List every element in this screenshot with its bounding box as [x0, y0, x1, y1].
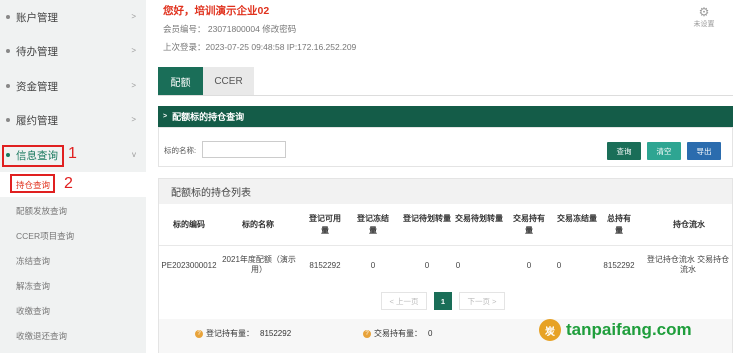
- settings-button[interactable]: ⚙ 未设置: [688, 5, 720, 29]
- sidebar-item-label: 待办管理: [16, 45, 58, 58]
- help-icon: ?: [195, 329, 203, 338]
- registered-holding-label: 登记持有量：: [206, 329, 254, 338]
- col-header-name: 标的名称: [242, 220, 274, 229]
- trade-holding-summary: ? 交易持有量： 0: [363, 328, 432, 339]
- sub-item-collection-query[interactable]: 收缴查询: [0, 298, 146, 323]
- sidebar-item-compliance[interactable]: 履约管理 >: [0, 103, 146, 137]
- sub-item-freeze-query[interactable]: 冻结查询: [0, 248, 146, 273]
- col-header-trade-pending: 交易待划转量: [455, 214, 503, 223]
- sidebar-item-todo[interactable]: 待办管理 >: [0, 34, 146, 68]
- sub-item-label: CCER项目查询: [16, 230, 75, 241]
- target-name-label: 标的名称:: [164, 146, 197, 155]
- annotation-box-2: [10, 174, 55, 193]
- chevron-right-icon: >: [131, 46, 136, 55]
- sub-item-label: 冻结查询: [16, 255, 51, 266]
- watermark: 炭 tanpaifang.com: [539, 319, 692, 341]
- chevron-right-icon: >: [131, 115, 136, 124]
- col-header-reg-frozen: 登记冻结量: [357, 214, 389, 235]
- col-header-total: 总持有量: [607, 214, 631, 235]
- sub-item-ccer-query[interactable]: CCER项目查询: [0, 223, 146, 248]
- row-divider: [159, 245, 732, 246]
- prev-page-button[interactable]: < 上一页: [381, 292, 427, 310]
- clear-button[interactable]: 清空: [647, 142, 681, 160]
- sub-item-allocation-query[interactable]: 配额发放查询: [0, 198, 146, 223]
- annotation-box-1: [2, 145, 64, 167]
- annotation-number-2: 2: [64, 175, 73, 192]
- position-list: 配额标的持仓列表 标的编码 标的名称 登记可用量 登记冻结量 登记待划转量 交易…: [158, 178, 733, 353]
- bullet-icon: [6, 118, 10, 122]
- page-1-button[interactable]: 1: [434, 292, 452, 310]
- query-panel-title: 配额标的持仓查询: [172, 112, 245, 122]
- cell-name: 2021年度配额（演示用）: [222, 255, 296, 274]
- registered-holding-value: 8152292: [260, 329, 292, 338]
- search-button[interactable]: 查询: [607, 142, 641, 160]
- list-header: 配额标的持仓列表: [159, 179, 732, 204]
- bullet-icon: [6, 15, 10, 19]
- tab-divider: [158, 95, 733, 96]
- greeting: 您好，培训演示企业02: [163, 5, 270, 17]
- sub-item-refund-query[interactable]: 收缴退还查询: [0, 323, 146, 348]
- sidebar-item-label: 资金管理: [16, 80, 58, 93]
- cell-total: 8152292: [603, 261, 635, 270]
- target-name-input[interactable]: [202, 141, 286, 158]
- chevron-right-icon: >: [163, 113, 168, 120]
- cell-reg-frozen: 0: [370, 261, 376, 270]
- sub-item-label: 解冻查询: [16, 280, 51, 291]
- watermark-logo-icon: 炭: [539, 319, 561, 341]
- col-header-code: 标的编码: [173, 220, 205, 229]
- cell-code: PE2023000012: [161, 261, 217, 270]
- registered-holding-summary: ? 登记持有量： 8152292: [195, 328, 291, 339]
- watermark-text: tanpaifang.com: [566, 320, 692, 339]
- member-info: 会员编号： 23071800004 修改密码: [163, 24, 297, 34]
- bullet-icon: [6, 49, 10, 53]
- col-header-trade-frozen: 交易冻结量: [557, 214, 597, 223]
- sub-item-label: 收缴查询: [16, 305, 51, 316]
- next-page-button[interactable]: 下一页 >: [459, 292, 505, 310]
- sidebar-item-label: 账户管理: [16, 11, 58, 24]
- sidebar-item-label: 履约管理: [16, 114, 58, 127]
- annotation-number-1: 1: [68, 145, 77, 162]
- sub-item-label: 配额发放查询: [16, 205, 68, 216]
- sidebar-item-funds[interactable]: 资金管理 >: [0, 69, 146, 103]
- cell-flow-links[interactable]: 登记持仓流水 交易持仓流水: [643, 255, 733, 275]
- sub-item-label: 收缴退还查询: [16, 330, 68, 341]
- sub-item-unfreeze-query[interactable]: 解冻查询: [0, 273, 146, 298]
- tab-quota[interactable]: 配额: [158, 67, 203, 95]
- trade-holding-value: 0: [428, 329, 433, 338]
- gear-icon: ⚙: [698, 5, 710, 19]
- tab-bar: 配额 CCER: [158, 67, 254, 95]
- col-header-reg-pending: 登记待划转量: [403, 214, 451, 223]
- main-content: 您好，培训演示企业02 会员编号： 23071800004 修改密码 上次登录：…: [158, 0, 733, 353]
- query-form: 标的名称: 查询 清空 导出: [158, 127, 733, 167]
- help-icon: ?: [363, 329, 371, 338]
- list-title: 配额标的持仓列表: [171, 188, 251, 199]
- chevron-right-icon: >: [131, 12, 136, 21]
- col-header-flow: 持仓流水: [673, 220, 705, 229]
- bullet-icon: [6, 84, 10, 88]
- cell-trade-frozen: 0: [556, 261, 562, 270]
- export-button[interactable]: 导出: [687, 142, 721, 160]
- last-login-info: 上次登录：2023-07-25 09:48:58 IP:172.16.252.2…: [163, 42, 357, 52]
- trade-holding-label: 交易持有量：: [374, 329, 422, 338]
- cell-reg-available: 8152292: [309, 261, 341, 270]
- sidebar-item-account[interactable]: 账户管理 >: [0, 0, 146, 34]
- settings-label: 未设置: [693, 21, 715, 28]
- cell-trade-pending: 0: [455, 261, 461, 270]
- query-panel-header: > 配额标的持仓查询: [158, 106, 733, 127]
- tab-ccer[interactable]: CCER: [203, 67, 254, 95]
- col-header-reg-available: 登记可用量: [309, 214, 341, 235]
- chevron-right-icon: >: [131, 81, 136, 90]
- chevron-down-icon: v: [132, 150, 136, 159]
- col-header-trade-held: 交易持有量: [513, 214, 545, 235]
